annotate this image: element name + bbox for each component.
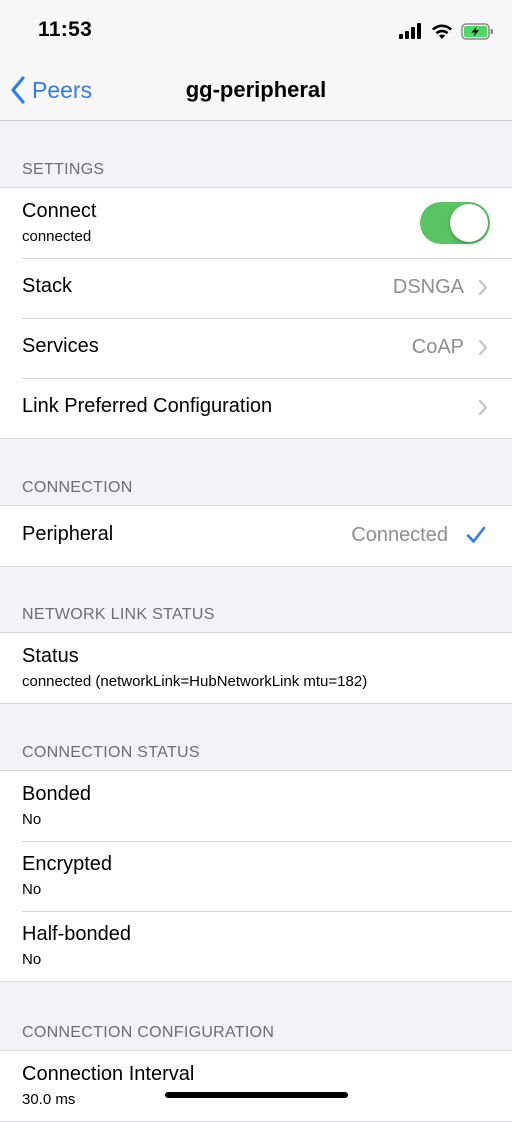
half-bonded-row: Half-bonded No bbox=[0, 911, 512, 981]
stack-row[interactable]: Stack DSNGA bbox=[0, 258, 512, 318]
peripheral-value: Connected bbox=[351, 524, 448, 546]
connection-interval-value: 30.0 ms bbox=[22, 1091, 76, 1108]
link-preferred-configuration-title: Link Preferred Configuration bbox=[22, 395, 273, 417]
page-title: gg-peripheral bbox=[185, 77, 327, 102]
stack-value: DSNGA bbox=[392, 276, 464, 298]
connection-interval-row: Connection Interval 30.0 ms bbox=[0, 1051, 512, 1121]
encrypted-title: Encrypted bbox=[22, 853, 113, 875]
checkmark-icon bbox=[466, 526, 486, 543]
connect-toggle[interactable] bbox=[420, 202, 490, 244]
half-bonded-value: No bbox=[22, 951, 42, 968]
section-header-network-link-status: NETWORK LINK STATUS bbox=[22, 606, 215, 623]
connect-subtitle: connected bbox=[22, 228, 92, 245]
home-indicator bbox=[165, 1092, 348, 1098]
section-header-settings: SETTINGS bbox=[22, 161, 105, 178]
section-header-connection-configuration: CONNECTION CONFIGURATION bbox=[22, 1024, 275, 1041]
status-subtitle: connected (networkLink=HubNetworkLink mt… bbox=[22, 673, 368, 690]
wifi-icon bbox=[432, 24, 452, 39]
toggle-knob bbox=[450, 204, 488, 242]
connection-group: Peripheral Connected bbox=[0, 505, 512, 567]
bonded-value: No bbox=[22, 811, 42, 828]
link-preferred-configuration-row[interactable]: Link Preferred Configuration bbox=[0, 378, 512, 438]
bonded-title: Bonded bbox=[22, 783, 91, 805]
chevron-right-icon bbox=[478, 279, 488, 296]
navigation-bar: Peers gg-peripheral bbox=[0, 60, 512, 121]
services-title: Services bbox=[22, 335, 99, 357]
half-bonded-title: Half-bonded bbox=[22, 923, 131, 945]
connect-row: Connect connected bbox=[0, 188, 512, 258]
encrypted-value: No bbox=[22, 881, 42, 898]
peripheral-title: Peripheral bbox=[22, 523, 114, 545]
section-header-connection-status: CONNECTION STATUS bbox=[22, 744, 200, 761]
network-link-group: Status connected (networkLink=HubNetwork… bbox=[0, 632, 512, 704]
cellular-signal-icon bbox=[399, 23, 421, 39]
connect-title: Connect bbox=[22, 200, 97, 222]
connection-status-group: Bonded No Encrypted No Half-bonded No bbox=[0, 770, 512, 982]
peripheral-row[interactable]: Peripheral Connected bbox=[0, 506, 512, 566]
battery-charging-icon bbox=[461, 22, 493, 40]
chevron-right-icon bbox=[478, 399, 488, 416]
status-icons bbox=[399, 20, 494, 42]
stack-title: Stack bbox=[22, 275, 73, 297]
encrypted-row: Encrypted No bbox=[0, 841, 512, 911]
connection-interval-title: Connection Interval bbox=[22, 1063, 195, 1085]
status-bar: 11:53 bbox=[0, 0, 512, 60]
settings-group: Connect connected Stack DSNGA Services C… bbox=[0, 187, 512, 439]
bonded-row: Bonded No bbox=[0, 771, 512, 841]
status-time: 11:53 bbox=[38, 18, 93, 41]
services-row[interactable]: Services CoAP bbox=[0, 318, 512, 378]
status-row: Status connected (networkLink=HubNetwork… bbox=[0, 633, 512, 703]
services-value: CoAP bbox=[411, 336, 464, 358]
status-title: Status bbox=[22, 645, 79, 667]
section-header-connection: CONNECTION bbox=[22, 479, 133, 496]
chevron-right-icon bbox=[478, 339, 488, 356]
connection-configuration-group: Connection Interval 30.0 ms bbox=[0, 1050, 512, 1122]
